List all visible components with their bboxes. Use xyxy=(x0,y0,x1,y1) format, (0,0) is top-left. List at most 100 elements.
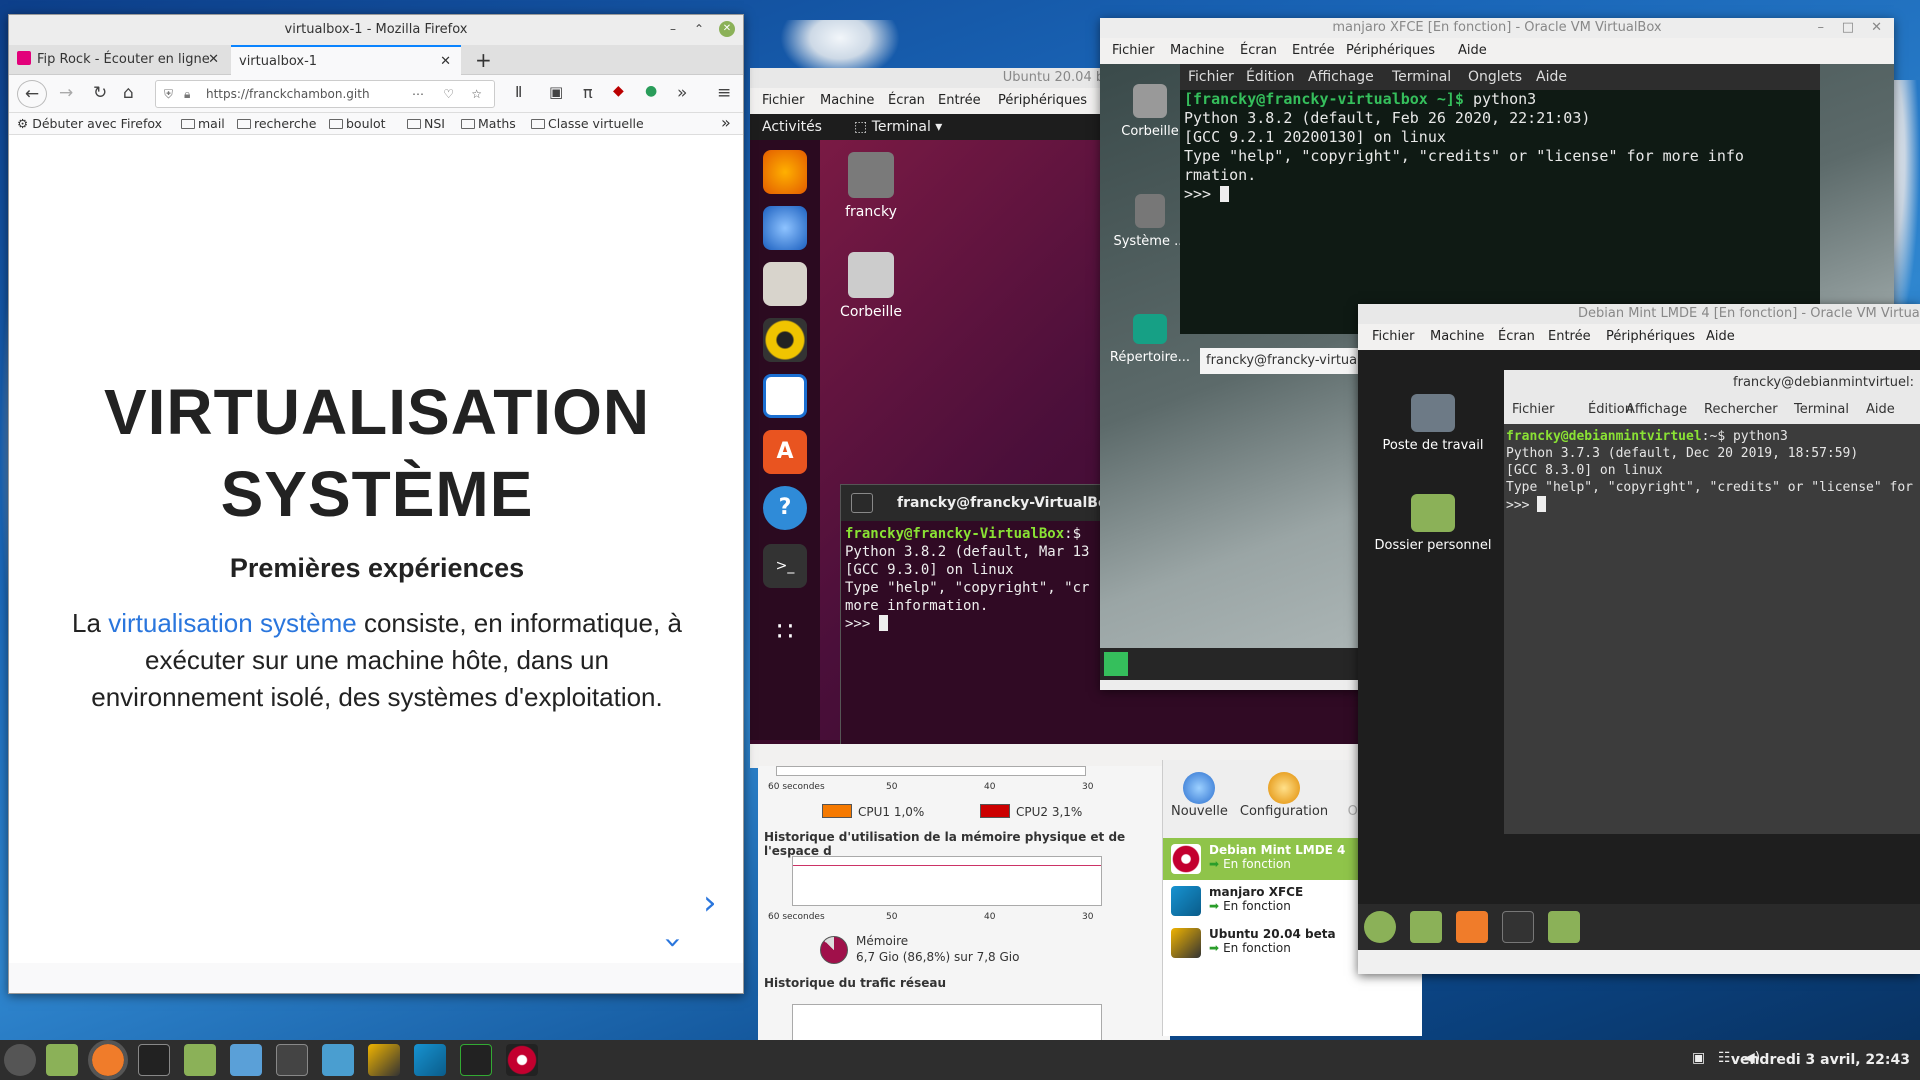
hamburger-menu-icon[interactable]: ≡ xyxy=(717,83,731,103)
terminal-prompt-line[interactable]: >>> xyxy=(1504,496,1920,514)
pocket-icon[interactable]: ♡ xyxy=(443,81,454,107)
files-icon[interactable] xyxy=(184,1044,216,1076)
terminal-dock-icon[interactable]: >_ xyxy=(763,544,807,588)
calculator-icon[interactable] xyxy=(276,1044,308,1076)
term-menu-aide[interactable]: Aide xyxy=(1536,64,1567,90)
menu-peripheriques[interactable]: Périphériques xyxy=(1606,324,1695,350)
page-actions-icon[interactable]: ⋯ xyxy=(412,81,424,107)
system-monitor-icon[interactable] xyxy=(460,1044,492,1076)
terminal-app-menu[interactable]: ⬚ Terminal ▾ xyxy=(854,114,942,140)
network-icon[interactable]: ☷ xyxy=(1718,1050,1731,1066)
maximize-icon[interactable]: ⌃ xyxy=(691,21,707,37)
maximize-icon[interactable]: □ xyxy=(1842,18,1854,38)
menu-fichier[interactable]: Fichier xyxy=(1112,38,1155,64)
menu-icon[interactable] xyxy=(4,1044,36,1076)
firefox-window[interactable]: virtualbox-1 - Mozilla Firefox – ⌃ ✕ Fip… xyxy=(8,14,744,994)
menu-peripheriques[interactable]: Périphériques xyxy=(1346,38,1435,64)
writer-icon[interactable] xyxy=(763,374,807,418)
rhythmbox-icon[interactable] xyxy=(763,318,807,362)
next-slide-arrow-icon[interactable]: › xyxy=(703,883,717,923)
files-icon[interactable] xyxy=(763,262,807,306)
thunderbird-icon[interactable] xyxy=(763,206,807,250)
bookmark-boulot[interactable]: boulot xyxy=(329,116,386,131)
back-icon[interactable]: ← xyxy=(17,80,47,108)
menu-peripheriques[interactable]: Périphériques xyxy=(998,88,1087,114)
term-menu-terminal[interactable]: Terminal xyxy=(1392,64,1451,90)
writer-icon[interactable] xyxy=(322,1044,354,1076)
terminal-icon[interactable] xyxy=(138,1044,170,1076)
close-tab-icon[interactable]: ✕ xyxy=(440,47,451,77)
term-menu-terminal[interactable]: Terminal xyxy=(1794,396,1849,424)
term-menu-fichier[interactable]: Fichier xyxy=(1512,396,1555,424)
mint-terminal-window[interactable]: francky@debianmintvirtuel: Fichier Éditi… xyxy=(1504,370,1920,834)
menu-aide[interactable]: Aide xyxy=(1458,38,1487,64)
firefox-icon[interactable] xyxy=(763,150,807,194)
desktop-icon-trash[interactable]: Corbeille xyxy=(826,252,916,320)
terminal-icon[interactable] xyxy=(1502,911,1534,943)
bookmark-recherche[interactable]: recherche xyxy=(237,116,316,131)
desktop-icon-home[interactable]: francky xyxy=(826,152,916,220)
new-tab-icon[interactable] xyxy=(851,493,873,513)
menu-entree[interactable]: Entrée xyxy=(1292,38,1335,64)
menu-aide[interactable]: Aide xyxy=(1706,324,1735,350)
minimize-icon[interactable]: – xyxy=(665,21,681,37)
bookmark-classe[interactable]: Classe virtuelle xyxy=(531,116,644,131)
close-icon[interactable]: ✕ xyxy=(1871,18,1882,38)
close-icon[interactable]: ✕ xyxy=(719,21,735,37)
ubuntu-vm-icon[interactable] xyxy=(368,1044,400,1076)
term-menu-affichage[interactable]: Affichage xyxy=(1626,396,1687,424)
folder-icon[interactable] xyxy=(46,1044,78,1076)
menu-fichier[interactable]: Fichier xyxy=(1372,324,1415,350)
library-icon[interactable]: Ⅱ xyxy=(515,83,522,101)
mint-menu-icon[interactable] xyxy=(1364,911,1396,943)
reload-icon[interactable]: ↻ xyxy=(93,83,107,103)
manjaro-logo-icon[interactable] xyxy=(1104,652,1128,676)
extension-icon[interactable]: ● xyxy=(645,83,657,99)
firefox-icon[interactable] xyxy=(88,1040,128,1080)
menu-ecran[interactable]: Écran xyxy=(1240,38,1277,64)
new-tab-button[interactable]: + xyxy=(467,45,497,75)
bookmark-nsi[interactable]: NSI xyxy=(407,116,445,131)
files-icon[interactable] xyxy=(1548,911,1580,943)
menu-entree[interactable]: Entrée xyxy=(938,88,981,114)
menu-ecran[interactable]: Écran xyxy=(888,88,925,114)
term-menu-onglets[interactable]: Onglets xyxy=(1468,64,1522,90)
overflow-icon[interactable]: » xyxy=(677,83,687,103)
show-apps-icon[interactable]: ∷ xyxy=(763,610,807,654)
home-icon[interactable]: ⌂ xyxy=(123,83,134,103)
pi-icon[interactable]: π xyxy=(583,83,593,102)
activities-button[interactable]: Activités xyxy=(762,114,822,140)
manjaro-vm-icon[interactable] xyxy=(414,1044,446,1076)
tab-virtualbox-1[interactable]: virtualbox-1 ✕ xyxy=(231,45,461,75)
menu-fichier[interactable]: Fichier xyxy=(762,88,805,114)
folder-icon[interactable] xyxy=(1410,911,1442,943)
text-editor-icon[interactable] xyxy=(230,1044,262,1076)
new-vm-button[interactable]: Nouvelle xyxy=(1171,772,1228,819)
manjaro-taskbar-terminal[interactable]: francky@francky-virtualbo xyxy=(1200,348,1360,374)
term-menu-edition[interactable]: Édition xyxy=(1246,64,1294,90)
bookmark-mail[interactable]: mail xyxy=(181,116,225,131)
ublock-icon[interactable]: ◆ xyxy=(613,83,624,99)
firefox-icon[interactable] xyxy=(1456,911,1488,943)
settings-vm-button[interactable]: Configuration xyxy=(1239,772,1329,819)
bookmark-star-icon[interactable]: ☆ xyxy=(471,81,482,107)
desktop-icon-home[interactable]: Dossier personnel xyxy=(1368,494,1498,553)
minimize-icon[interactable]: – xyxy=(1818,18,1825,38)
bookmark-maths[interactable]: Maths xyxy=(461,116,516,131)
term-menu-rechercher[interactable]: Rechercher xyxy=(1704,396,1778,424)
close-tab-icon[interactable]: ✕ xyxy=(208,45,219,75)
desktop-icon-computer[interactable]: Poste de travail xyxy=(1368,394,1498,453)
bookmarks-overflow-icon[interactable]: » xyxy=(721,113,731,132)
menu-machine[interactable]: Machine xyxy=(820,88,874,114)
menu-entree[interactable]: Entrée xyxy=(1548,324,1591,350)
bookmark-debuter[interactable]: ⚙ Débuter avec Firefox xyxy=(17,116,162,131)
virtualisation-link[interactable]: virtualisation système xyxy=(108,608,357,638)
term-menu-aide[interactable]: Aide xyxy=(1866,396,1895,424)
tab-fip-rock[interactable]: Fip Rock - Écouter en ligne ✕ xyxy=(9,45,229,75)
mint-vm-window[interactable]: Debian Mint LMDE 4 [En fonction] - Oracl… xyxy=(1358,304,1920,974)
menu-ecran[interactable]: Écran xyxy=(1498,324,1535,350)
manjaro-terminal-window[interactable]: Fichier Édition Affichage Terminal Ongle… xyxy=(1180,64,1820,334)
clock[interactable]: vendredi 3 avril, 22:43 xyxy=(1731,1040,1910,1080)
help-icon[interactable]: ? xyxy=(763,486,807,530)
terminal-prompt-line[interactable]: >>> xyxy=(1180,185,1820,204)
